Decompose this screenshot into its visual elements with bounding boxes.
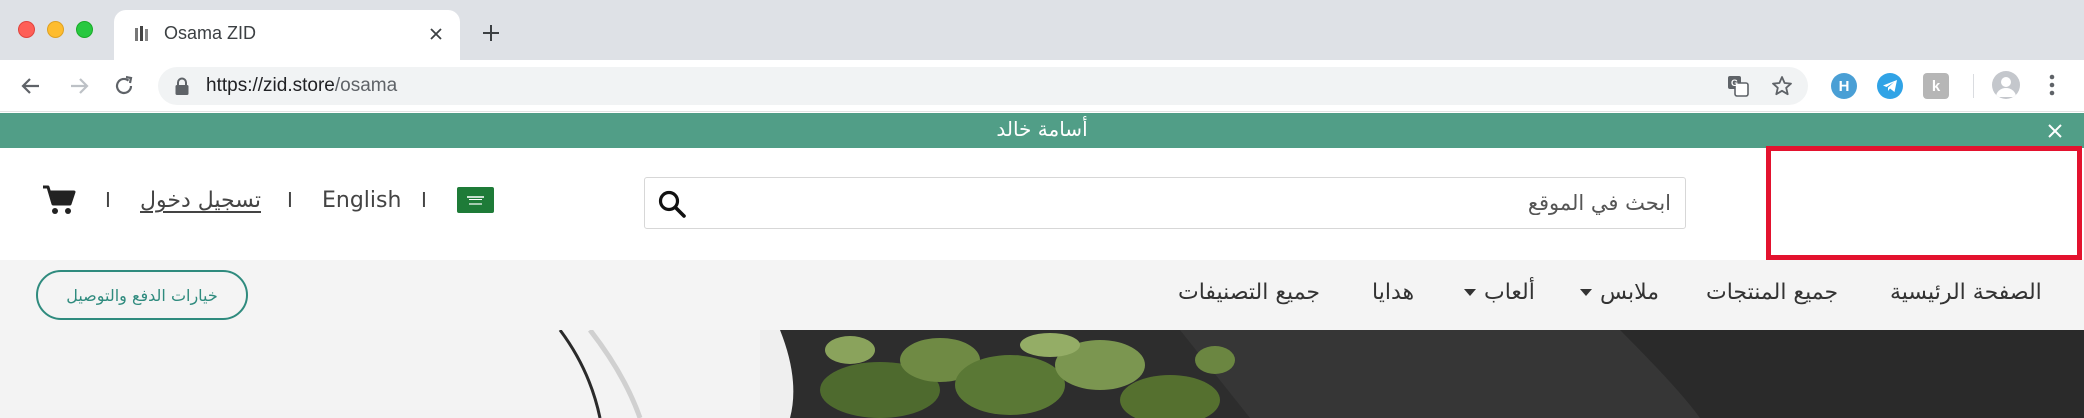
nav-item-toys[interactable]: ألعاب bbox=[1464, 280, 1535, 305]
nav-item-gifts[interactable]: هدايا bbox=[1372, 280, 1414, 305]
svg-text:G: G bbox=[1731, 78, 1738, 88]
main-navigation: الصفحة الرئيسية جميع المنتجات ملابس ألعا… bbox=[0, 260, 2084, 330]
browser-tab-bar: Osama ZID bbox=[0, 0, 2084, 60]
nav-item-label: ملابس bbox=[1600, 280, 1660, 305]
nav-item-all-products[interactable]: جميع المنتجات bbox=[1706, 280, 1838, 305]
nav-item-all-categories[interactable]: جميع التصنيفات bbox=[1178, 280, 1320, 305]
telegram-extension-icon[interactable] bbox=[1877, 73, 1903, 99]
nav-item-label: الصفحة الرئيسية bbox=[1890, 280, 2042, 305]
profile-avatar-icon[interactable] bbox=[1992, 71, 2020, 99]
search-input[interactable] bbox=[711, 178, 1671, 228]
new-tab-icon[interactable] bbox=[478, 20, 504, 46]
cart-icon[interactable] bbox=[42, 184, 76, 216]
tab-close-icon[interactable] bbox=[424, 22, 448, 46]
address-bar[interactable]: https://zid.store/osama G bbox=[158, 67, 1808, 105]
hero-banner-image bbox=[0, 330, 2084, 418]
k-extension-letter: k bbox=[1931, 77, 1941, 95]
nav-item-label: هدايا bbox=[1372, 280, 1415, 305]
nav-item-label: جميع التصنيفات bbox=[1178, 280, 1321, 305]
toolbar-divider bbox=[1973, 74, 1974, 98]
nav-item-home[interactable]: الصفحة الرئيسية bbox=[1890, 280, 2042, 305]
announcement-text: أسامة خالد bbox=[996, 117, 1088, 141]
hero-photo bbox=[0, 330, 2084, 418]
honey-extension-letter: H bbox=[1838, 77, 1850, 95]
lock-icon bbox=[175, 77, 189, 95]
reload-icon[interactable] bbox=[110, 72, 138, 100]
close-window-button[interactable] bbox=[18, 21, 35, 38]
minimize-window-button[interactable] bbox=[47, 21, 64, 38]
menu-kebab-icon[interactable] bbox=[2040, 73, 2064, 97]
chevron-down-icon bbox=[1580, 289, 1592, 296]
announcement-bar: أسامة خالد bbox=[0, 113, 2084, 148]
nav-item-label: ألعاب bbox=[1484, 280, 1535, 305]
browser-toolbar: https://zid.store/osama G H k bbox=[0, 60, 2084, 112]
header-separator: I bbox=[421, 188, 427, 212]
maximize-window-button[interactable] bbox=[76, 21, 93, 38]
header-separator: I bbox=[105, 188, 111, 212]
favicon-icon bbox=[135, 26, 148, 41]
search-icon[interactable] bbox=[657, 189, 687, 219]
translate-icon[interactable]: G bbox=[1726, 74, 1750, 98]
chevron-down-icon bbox=[1464, 289, 1476, 296]
language-switch[interactable]: English bbox=[322, 188, 401, 213]
announcement-close-icon[interactable] bbox=[2046, 122, 2064, 140]
browser-tab[interactable]: Osama ZID bbox=[114, 10, 460, 60]
forward-icon[interactable] bbox=[65, 72, 93, 100]
url-host: https://zid.store bbox=[206, 75, 335, 96]
logo-highlight-box bbox=[1766, 146, 2082, 260]
nav-item-label: جميع المنتجات bbox=[1706, 280, 1839, 305]
back-icon[interactable] bbox=[17, 72, 45, 100]
url-path: /osama bbox=[334, 75, 398, 96]
login-link[interactable]: تسجيل دخول bbox=[140, 188, 261, 213]
nav-item-clothes[interactable]: ملابس bbox=[1580, 280, 1659, 305]
payment-delivery-options-button[interactable]: خيارات الدفع والتوصيل bbox=[36, 270, 248, 320]
url-text[interactable]: https://zid.store/osama bbox=[206, 75, 397, 97]
saudi-flag-icon[interactable] bbox=[457, 187, 494, 213]
header-separator: I bbox=[287, 188, 293, 212]
k-extension-icon[interactable]: k bbox=[1923, 73, 1949, 99]
tab-title: Osama ZID bbox=[164, 23, 257, 43]
search-box bbox=[644, 177, 1686, 229]
honey-extension-icon[interactable]: H bbox=[1831, 73, 1857, 99]
bookmark-star-icon[interactable] bbox=[1770, 74, 1794, 98]
